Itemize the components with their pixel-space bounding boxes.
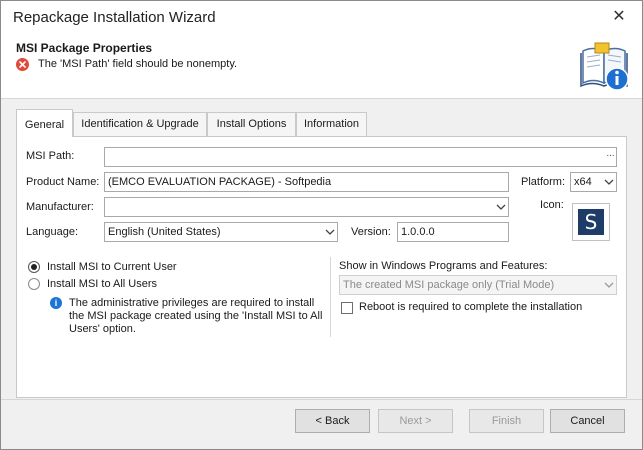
chevron-down-icon: [603, 278, 615, 293]
install-current-user-radio[interactable]: [28, 261, 40, 273]
product-name-input[interactable]: (EMCO EVALUATION PACKAGE) - Softpedia: [104, 172, 509, 192]
tab-control: General Identification & Upgrade Install…: [16, 109, 627, 398]
reboot-checkbox[interactable]: [341, 302, 353, 314]
install-current-user-label[interactable]: Install MSI to Current User: [47, 261, 177, 273]
title-bar: Repackage Installation Wizard ✕: [1, 1, 642, 35]
wizard-header: MSI Package Properties The 'MSI Path' fi…: [1, 35, 642, 99]
reboot-label[interactable]: Reboot is required to complete the insta…: [359, 301, 582, 313]
programs-features-label: Show in Windows Programs and Features:: [339, 260, 548, 272]
version-value: 1.0.0.0: [401, 226, 435, 238]
language-label: Language:: [26, 226, 78, 238]
back-button[interactable]: < Back: [295, 409, 370, 433]
programs-features-select[interactable]: The created MSI package only (Trial Mode…: [339, 275, 617, 295]
softpedia-icon: S: [578, 209, 604, 235]
msi-path-input[interactable]: ...: [104, 147, 617, 167]
product-name-value: (EMCO EVALUATION PACKAGE) - Softpedia: [108, 176, 332, 188]
finish-button[interactable]: Finish: [469, 409, 544, 433]
product-name-label: Product Name:: [26, 176, 100, 188]
chevron-down-icon: [603, 175, 615, 190]
close-button[interactable]: ✕: [596, 1, 642, 34]
admin-info-line-2: the MSI package created using the 'Insta…: [69, 310, 323, 322]
error-circle-icon: [16, 58, 29, 71]
language-value: English (United States): [108, 226, 221, 238]
platform-value: x64: [574, 176, 592, 188]
wizard-window: Repackage Installation Wizard ✕ MSI Pack…: [0, 0, 643, 450]
tab-identification-upgrade[interactable]: Identification & Upgrade: [73, 112, 207, 136]
tab-general[interactable]: General: [16, 109, 73, 137]
window-title: Repackage Installation Wizard: [13, 9, 216, 26]
cancel-button[interactable]: Cancel: [550, 409, 625, 433]
section-divider: [330, 257, 331, 337]
install-all-users-label[interactable]: Install MSI to All Users: [47, 278, 157, 290]
manufacturer-combobox[interactable]: [104, 197, 509, 217]
next-button[interactable]: Next >: [378, 409, 453, 433]
page-title: MSI Package Properties: [16, 41, 153, 55]
msi-path-label: MSI Path:: [26, 150, 75, 162]
info-icon: i: [50, 297, 62, 309]
language-select[interactable]: English (United States): [104, 222, 338, 242]
version-input[interactable]: 1.0.0.0: [397, 222, 509, 242]
app-icon-picker[interactable]: S: [572, 203, 610, 241]
book-info-icon: [579, 41, 631, 93]
tab-install-options[interactable]: Install Options: [207, 112, 296, 136]
version-label: Version:: [351, 226, 391, 238]
browse-button[interactable]: ...: [606, 149, 615, 165]
platform-label: Platform:: [521, 176, 566, 188]
platform-select[interactable]: x64: [570, 172, 617, 192]
chevron-down-icon: [324, 225, 336, 240]
tab-information[interactable]: Information: [296, 112, 367, 136]
admin-info-line-1: The administrative privileges are requir…: [69, 297, 315, 309]
icon-label: Icon:: [540, 199, 564, 211]
error-message: The 'MSI Path' field should be nonempty.: [38, 58, 238, 70]
admin-info-line-3: Users' option.: [69, 323, 136, 335]
install-all-users-radio[interactable]: [28, 278, 40, 290]
manufacturer-label: Manufacturer:: [26, 201, 94, 213]
chevron-down-icon: [495, 200, 507, 215]
footer-divider: [1, 399, 642, 400]
programs-features-value: The created MSI package only (Trial Mode…: [343, 279, 555, 291]
general-tab-panel: MSI Path: ... Product Name: (EMCO EVALUA…: [16, 136, 627, 398]
